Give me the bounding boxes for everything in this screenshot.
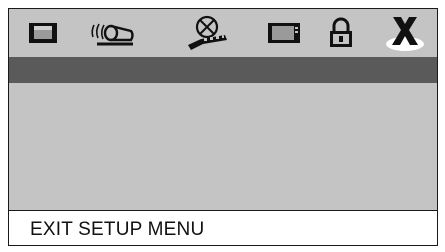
tab-tv-screen[interactable] xyxy=(17,13,69,53)
exit-x-icon xyxy=(386,17,424,51)
menu-content-area xyxy=(9,83,437,210)
selection-highlight-bar xyxy=(9,57,437,83)
status-text: EXIT SETUP MENU xyxy=(30,219,205,240)
tv-screen-icon xyxy=(29,23,57,43)
lock-icon xyxy=(330,17,352,47)
film-reel-icon xyxy=(188,15,227,50)
monitor-icon xyxy=(268,23,300,43)
osd-screen: EXIT SETUP MENU xyxy=(0,0,445,252)
menu-toolbar xyxy=(9,9,437,57)
tab-audio[interactable] xyxy=(87,13,139,53)
setup-menu-window: EXIT SETUP MENU xyxy=(8,8,438,246)
tab-display[interactable] xyxy=(258,13,310,53)
tab-parental-lock[interactable] xyxy=(315,13,367,53)
status-bar: EXIT SETUP MENU xyxy=(9,210,437,245)
tab-exit[interactable] xyxy=(379,13,431,53)
tab-video[interactable] xyxy=(181,13,233,53)
speaker-sound-icon xyxy=(91,23,134,46)
